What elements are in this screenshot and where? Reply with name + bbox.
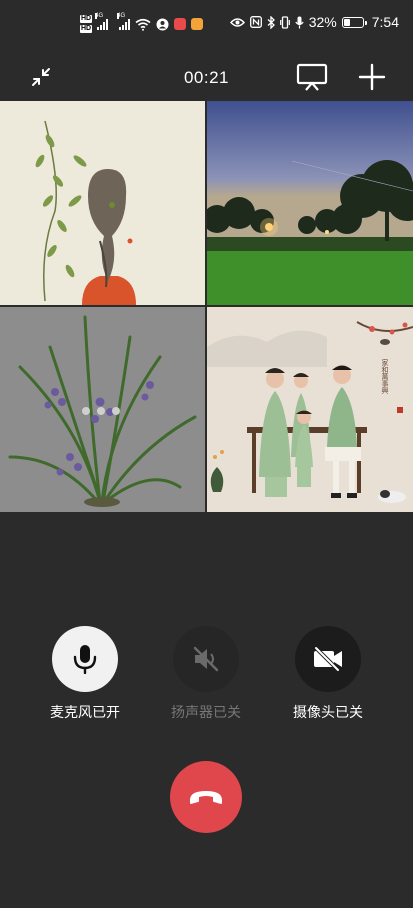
participant-tile-1[interactable] xyxy=(0,101,205,305)
microphone-toggle[interactable]: 麦克风已开 xyxy=(35,626,135,722)
girl-illustration-image xyxy=(0,101,205,305)
status-left: HD HD 4G 4G xyxy=(80,13,204,34)
hang-up-icon xyxy=(190,791,222,804)
call-top-bar: 00:21 xyxy=(0,52,413,100)
camera-off-icon xyxy=(314,646,342,672)
call-controls: 麦克风已开 扬声器已关 摄像头已关 xyxy=(0,626,413,726)
orchid-plant-image xyxy=(0,307,205,512)
plus-icon xyxy=(358,63,386,91)
participant-tile-3[interactable] xyxy=(0,307,205,512)
battery-icon xyxy=(341,16,367,28)
nfc-icon xyxy=(249,16,262,28)
screen-share-icon xyxy=(296,63,328,91)
speaker-muted-icon xyxy=(193,646,219,672)
eye-icon xyxy=(229,17,245,27)
participant-video-grid: 家和萬事興 xyxy=(0,101,413,512)
status-time: 7:54 xyxy=(371,14,399,30)
battery-percent: 32% xyxy=(308,14,337,30)
sunset-park-image xyxy=(207,101,413,305)
participant-tile-2[interactable] xyxy=(207,101,413,305)
add-participant-button[interactable] xyxy=(357,62,387,92)
speaker-toggle[interactable]: 扬声器已关 xyxy=(156,626,256,722)
vibrate-icon xyxy=(279,15,290,29)
app-notification-orange-icon xyxy=(191,18,204,30)
account-notification-icon xyxy=(156,18,169,30)
microphone-icon xyxy=(73,645,97,674)
bluetooth-icon xyxy=(267,15,275,29)
camera-button[interactable] xyxy=(295,626,361,692)
signal-1-icon: 4G xyxy=(95,13,109,30)
microphone-status-icon xyxy=(295,16,304,28)
call-timer: 00:21 xyxy=(183,68,230,87)
status-bar: HD HD 4G 4G 32% 7:54 xyxy=(0,0,413,52)
microphone-label: 麦克风已开 xyxy=(50,704,120,720)
participant-tile-4[interactable]: 家和萬事興 xyxy=(207,307,413,512)
app-notification-red-icon xyxy=(174,18,187,30)
signal-2-icon: 4G xyxy=(117,13,131,30)
signature-calligraphy: 家和萬事興 xyxy=(381,358,389,395)
speaker-button[interactable] xyxy=(173,626,239,692)
microphone-button[interactable] xyxy=(52,626,118,692)
speaker-label: 扬声器已关 xyxy=(171,704,241,720)
screen-share-button[interactable] xyxy=(296,62,330,92)
hd-voice-icon: HD HD xyxy=(80,15,93,33)
camera-toggle[interactable]: 摄像头已关 xyxy=(278,626,378,722)
wifi-icon xyxy=(135,18,151,31)
status-right: 32% 7:54 xyxy=(229,14,399,30)
camera-label: 摄像头已关 xyxy=(293,704,363,720)
hang-up-button[interactable] xyxy=(170,761,242,833)
family-portrait-image: 家和萬事興 xyxy=(207,307,413,512)
